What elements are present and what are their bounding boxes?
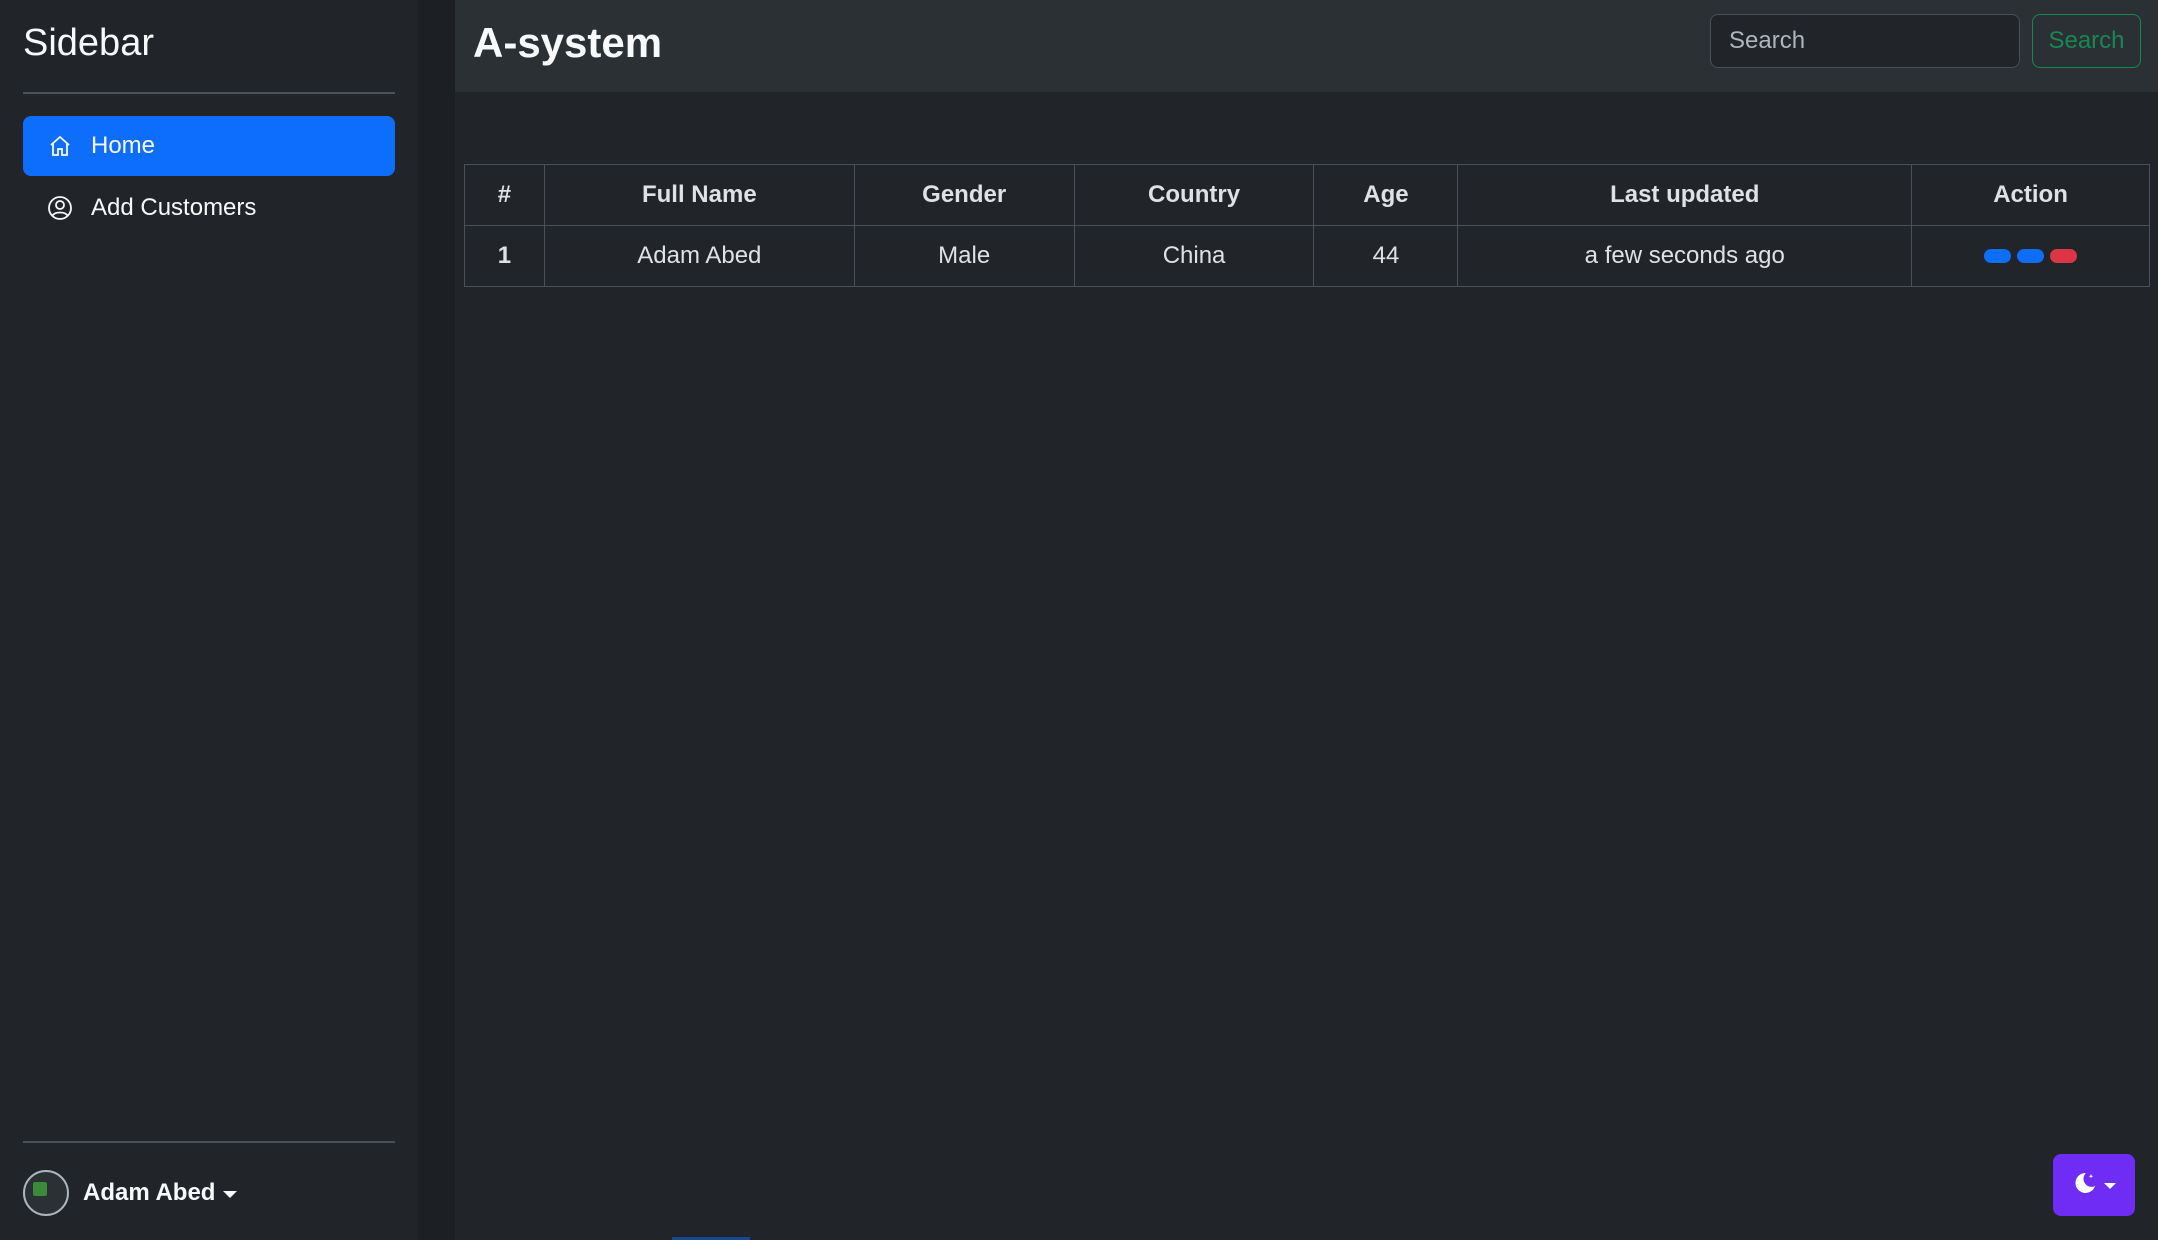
page-title: A-system (473, 19, 663, 66)
search-button[interactable]: Search (2032, 14, 2141, 68)
column-header-last-updated: Last updated (1457, 164, 1913, 226)
table-body: 1 Adam Abed Male China 44 a few seconds … (464, 225, 2150, 287)
column-header-index: # (464, 164, 545, 226)
table-header-row: # Full Name Gender Country Age Last upda… (464, 164, 2150, 226)
cell-gender: Male (853, 225, 1075, 287)
sidebar-item-label: Home (91, 132, 156, 159)
sidebar-title: Sidebar (23, 22, 154, 64)
table-header: # Full Name Gender Country Age Last upda… (464, 164, 2150, 226)
home-icon (47, 133, 73, 159)
action-buttons (1984, 249, 2078, 263)
customers-table: # Full Name Gender Country Age Last upda… (464, 164, 2150, 287)
sidebar-divider-top (23, 92, 395, 94)
user-circle-icon (47, 195, 73, 221)
search-input[interactable] (1710, 14, 2020, 68)
sidebar-item-add-customers[interactable]: Add Customers (23, 178, 395, 238)
cell-full-name: Adam Abed (543, 225, 855, 287)
caret-down-icon (2104, 1183, 2116, 1189)
view-button[interactable] (1984, 249, 2012, 263)
cell-action (1911, 225, 2150, 287)
column-header-full-name: Full Name (543, 164, 855, 226)
column-header-country: Country (1073, 164, 1315, 226)
layout-gutter (418, 0, 455, 1240)
delete-button[interactable] (2050, 249, 2078, 263)
cell-last-updated: a few seconds ago (1457, 225, 1913, 287)
avatar (23, 1170, 69, 1216)
table-row: 1 Adam Abed Male China 44 a few seconds … (464, 225, 2150, 287)
column-header-gender: Gender (853, 164, 1075, 226)
sidebar: Sidebar Home Add Customers Adam Abed (0, 0, 418, 1240)
sidebar-item-home[interactable]: Home (23, 116, 395, 176)
moon-stars-icon (2072, 1170, 2098, 1201)
sidebar-item-label: Add Customers (91, 194, 257, 221)
column-header-action: Action (1911, 164, 2150, 226)
cell-country: China (1073, 225, 1315, 287)
column-header-age: Age (1313, 164, 1459, 226)
user-name: Adam Abed (83, 1179, 216, 1206)
theme-toggle-button[interactable] (2053, 1154, 2135, 1216)
edit-button[interactable] (2017, 249, 2045, 263)
cell-index: 1 (464, 225, 545, 287)
user-menu-toggle[interactable]: Adam Abed (23, 1168, 238, 1218)
sidebar-divider-bottom (23, 1141, 395, 1143)
broken-image-icon (33, 1182, 47, 1196)
top-navbar: A-system Search (455, 0, 2158, 92)
cell-age: 44 (1313, 225, 1459, 287)
caret-down-icon (223, 1190, 238, 1198)
